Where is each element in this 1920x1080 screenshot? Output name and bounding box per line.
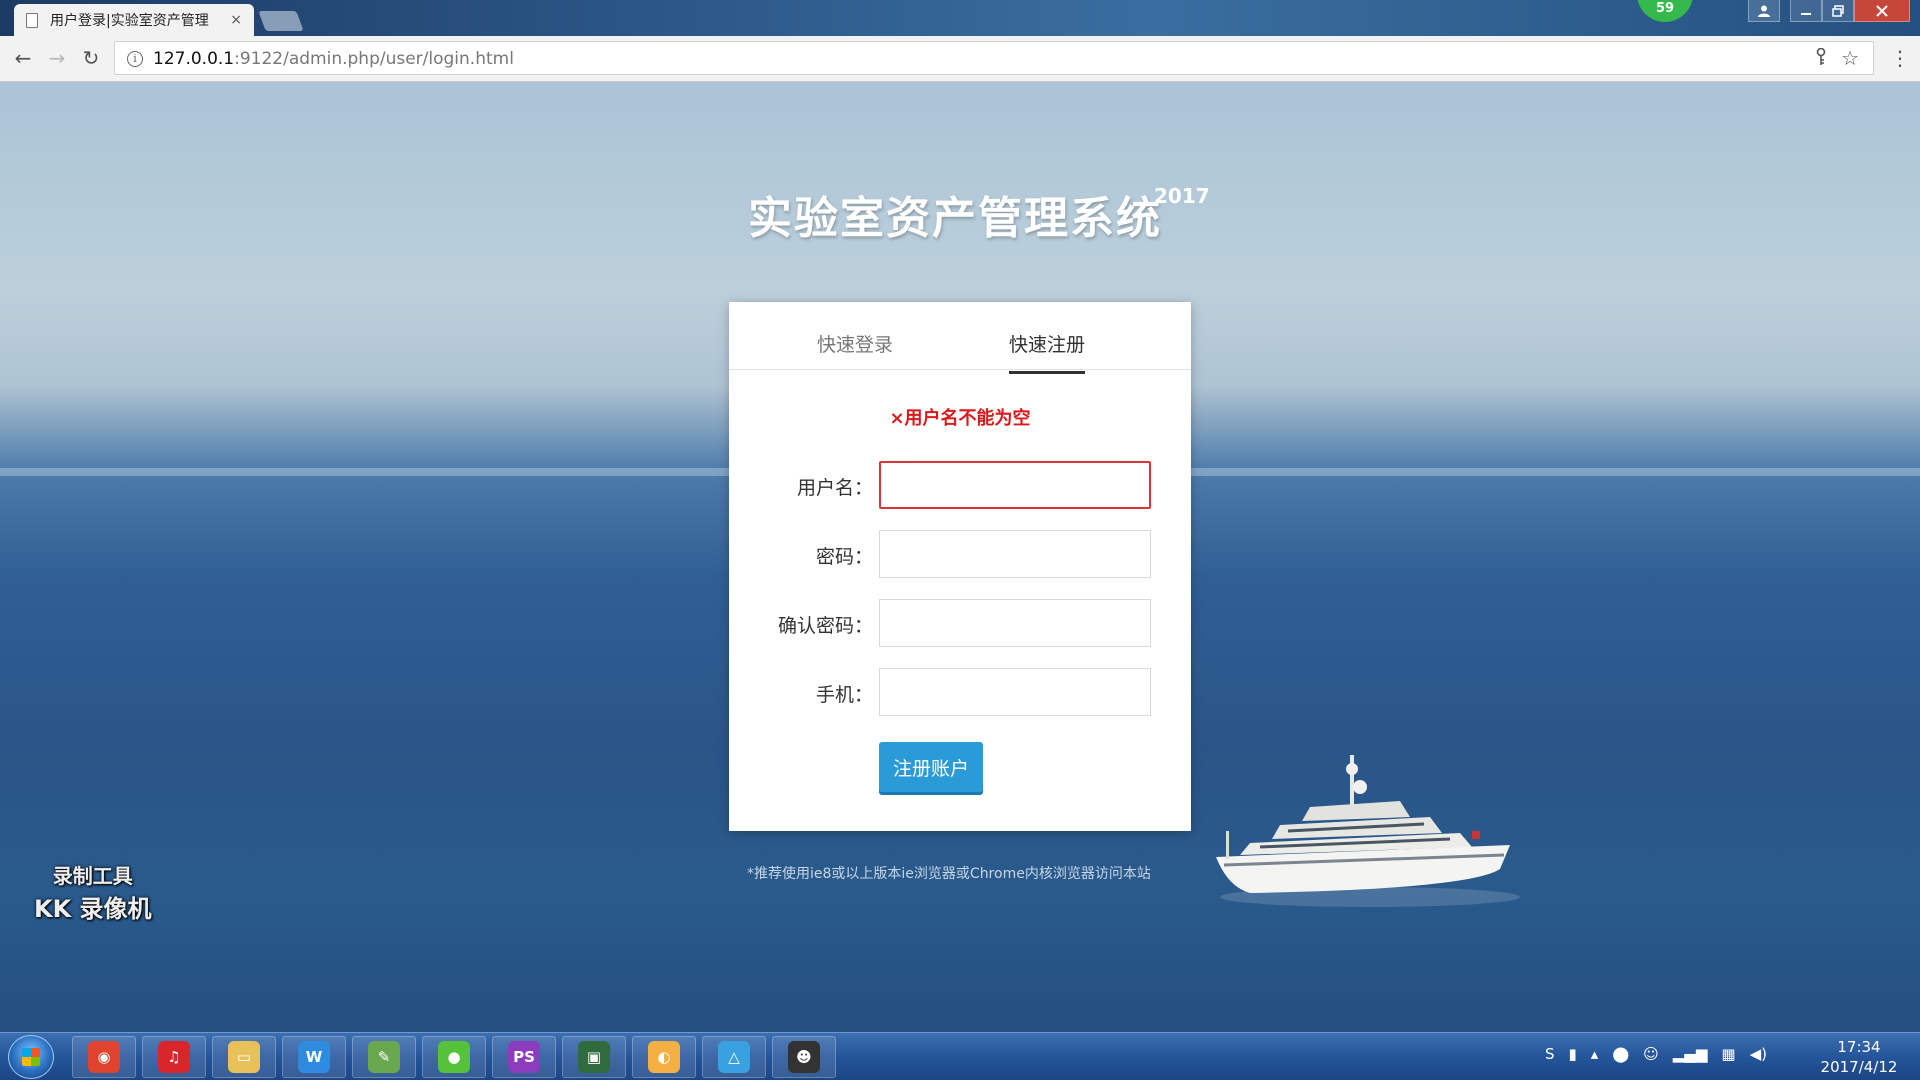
minimize-button[interactable] bbox=[1790, 0, 1822, 22]
clock-time: 17:34 bbox=[1837, 1038, 1881, 1056]
taskbar-app-button[interactable]: ◉ bbox=[72, 1036, 136, 1078]
security-icon[interactable]: ⬤ bbox=[1612, 1045, 1629, 1063]
key-icon[interactable] bbox=[1815, 48, 1827, 66]
restore-button[interactable] bbox=[1822, 0, 1854, 22]
phone-field[interactable] bbox=[879, 668, 1151, 716]
page-background: 实验室资产管理系统 2017 快速登录 快速注册 ×用户名不能为空 用户名： 密… bbox=[0, 82, 1920, 1032]
confirm-password-label: 确认密码： bbox=[777, 615, 873, 637]
sogou-input-icon[interactable]: S bbox=[1545, 1045, 1555, 1063]
kk-recorder-icon: ☻ bbox=[788, 1041, 820, 1073]
browser-tab[interactable]: 用户登录|实验室资产管理 × bbox=[14, 4, 254, 36]
notification-badge[interactable]: 59 bbox=[1637, 0, 1693, 22]
file-explorer-icon: ▭ bbox=[228, 1041, 260, 1073]
taskbar-app-button[interactable]: ✎ bbox=[352, 1036, 416, 1078]
browser-menu-icon[interactable]: ⋮ bbox=[1890, 46, 1910, 70]
confirm-password-row: 确认密码： bbox=[729, 599, 1191, 647]
watermark-line2: KK 录像机 bbox=[34, 895, 152, 923]
start-button[interactable] bbox=[8, 1035, 54, 1079]
phpstorm-icon: PS bbox=[508, 1041, 540, 1073]
tab-close-icon[interactable]: × bbox=[230, 12, 242, 28]
system-tray: S ▮ ▴ ⬤ ☺ ▂▄▆ ▦ ◀) bbox=[1545, 1045, 1767, 1063]
taskbar-app-button[interactable]: △ bbox=[702, 1036, 766, 1078]
username-row: 用户名： bbox=[729, 461, 1191, 509]
taskbar-app-button[interactable]: ♫ bbox=[142, 1036, 206, 1078]
network-app-icon: △ bbox=[718, 1041, 750, 1073]
system-title: 实验室资产管理系统 bbox=[748, 193, 1162, 244]
tab-quick-login[interactable]: 快速登录 bbox=[817, 330, 893, 357]
password-field[interactable] bbox=[879, 530, 1151, 578]
register-account-button[interactable]: 注册账户 bbox=[879, 742, 983, 792]
network-icon[interactable]: ▦ bbox=[1721, 1045, 1735, 1063]
document-icon bbox=[26, 12, 38, 28]
minimize-icon bbox=[1801, 12, 1811, 15]
notepad-plus-icon: ✎ bbox=[368, 1041, 400, 1073]
tab-quick-register[interactable]: 快速注册 bbox=[1009, 330, 1086, 374]
bookmark-star-icon[interactable]: ☆ bbox=[1841, 46, 1859, 70]
password-label: 密码： bbox=[815, 546, 873, 568]
browser-titlebar: 用户登录|实验室资产管理 × 59 bbox=[0, 0, 1920, 36]
chrome-icon: ◉ bbox=[88, 1041, 120, 1073]
taskbar-app-button[interactable]: PS bbox=[492, 1036, 556, 1078]
taskbar-app-button[interactable]: ◐ bbox=[632, 1036, 696, 1078]
recorder-watermark: 录制工具 KK 录像机 bbox=[34, 860, 152, 924]
user-icon bbox=[1758, 5, 1770, 17]
address-bar[interactable]: i 127.0.0.1:9122/admin.php/user/login.ht… bbox=[114, 41, 1874, 75]
url-path: :9122/admin.php/user/login.html bbox=[234, 49, 514, 69]
forward-arrow-icon[interactable]: → bbox=[44, 46, 70, 70]
site-info-icon[interactable]: i bbox=[127, 51, 143, 67]
register-card: 快速登录 快速注册 ×用户名不能为空 用户名： 密码： 确认密码： 手机： 注册… bbox=[729, 302, 1191, 831]
taskbar-app-button[interactable]: ▣ bbox=[562, 1036, 626, 1078]
username-field[interactable] bbox=[879, 461, 1151, 509]
phone-label: 手机： bbox=[815, 684, 873, 706]
phone-row: 手机： bbox=[729, 668, 1191, 716]
qq-icon[interactable]: ☺ bbox=[1643, 1045, 1659, 1063]
system-year: 2017 bbox=[1154, 184, 1210, 208]
battery-icon[interactable]: ▮ bbox=[1569, 1045, 1577, 1063]
footnote-text: *推荐使用ie8或以上版本ie浏览器或Chrome内核浏览器访问本站 bbox=[747, 866, 1151, 882]
clock-date: 2017/4/12 bbox=[1820, 1058, 1898, 1076]
username-label: 用户名： bbox=[796, 477, 873, 499]
close-window-button[interactable] bbox=[1854, 0, 1910, 22]
taskbar-app-button[interactable]: ☻ bbox=[772, 1036, 836, 1078]
confirm-password-field[interactable] bbox=[879, 599, 1151, 647]
terminal-monitor-icon: ▣ bbox=[578, 1041, 610, 1073]
windows-taskbar: ◉ ♫ ▭ W ✎ ● PS ▣ ◐ △ ☻ S ▮ ▴ ⬤ ☺ ▂▄▆ ▦ ◀) 17:34 2017/4/12 bbox=[0, 1032, 1920, 1080]
system-clock[interactable]: 17:34 2017/4/12 bbox=[1810, 1037, 1908, 1077]
new-tab-button[interactable] bbox=[258, 11, 304, 31]
password-row: 密码： bbox=[729, 530, 1191, 578]
show-hidden-arrow-icon[interactable]: ▴ bbox=[1591, 1045, 1599, 1063]
taskbar-app-button[interactable]: ▭ bbox=[212, 1036, 276, 1078]
browser-toolbar: ← → ↻ i 127.0.0.1:9122/admin.php/user/lo… bbox=[0, 36, 1920, 82]
restore-icon bbox=[1832, 4, 1844, 17]
auth-tabs: 快速登录 快速注册 bbox=[729, 302, 1191, 374]
signal-icon[interactable]: ▂▄▆ bbox=[1673, 1045, 1708, 1063]
netease-music-icon: ♫ bbox=[158, 1041, 190, 1073]
paint-palette-icon: ◐ bbox=[648, 1041, 680, 1073]
url-host: 127.0.0.1 bbox=[153, 49, 235, 69]
taskbar-app-button[interactable]: W bbox=[282, 1036, 346, 1078]
volume-icon[interactable]: ◀) bbox=[1750, 1045, 1767, 1063]
back-arrow-icon[interactable]: ← bbox=[10, 46, 36, 70]
watermark-line1: 录制工具 bbox=[52, 864, 133, 888]
green-app-icon: ● bbox=[438, 1041, 470, 1073]
profile-button[interactable] bbox=[1748, 0, 1780, 22]
error-message: ×用户名不能为空 bbox=[889, 408, 1031, 429]
wps-writer-icon: W bbox=[298, 1041, 330, 1073]
tab-title: 用户登录|实验室资产管理 bbox=[50, 13, 209, 29]
taskbar-app-button[interactable]: ● bbox=[422, 1036, 486, 1078]
reload-icon[interactable]: ↻ bbox=[78, 46, 104, 70]
yacht-image bbox=[1216, 755, 1520, 907]
close-icon bbox=[1876, 4, 1888, 17]
url-text[interactable]: 127.0.0.1:9122/admin.php/user/login.html bbox=[153, 49, 514, 69]
